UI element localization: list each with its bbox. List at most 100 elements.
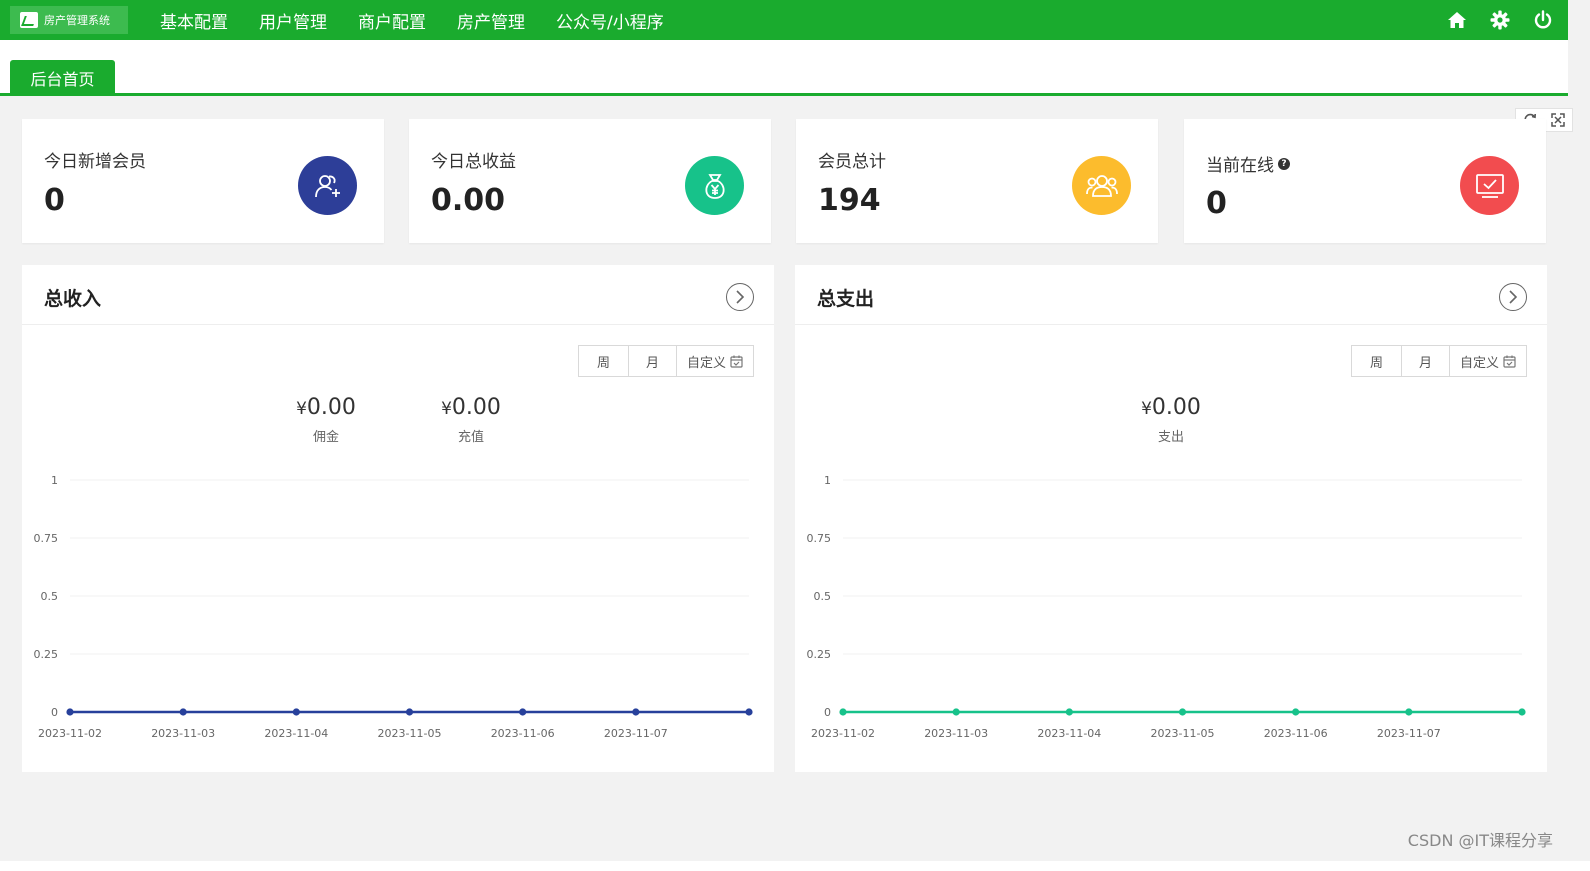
nav-item-property-management[interactable]: 房产管理 xyxy=(457,8,525,33)
nav-item-wechat-miniprogram[interactable]: 公众号/小程序 xyxy=(556,8,664,33)
x-tick-label: 2023-11-02 xyxy=(38,727,102,740)
stat-label: 今日总收益 xyxy=(431,152,516,172)
home-icon[interactable] xyxy=(1446,9,1468,31)
main-nav: 基本配置 用户管理 商户配置 房产管理 公众号/小程序 xyxy=(160,8,695,33)
data-point xyxy=(1292,708,1300,716)
data-point xyxy=(1518,708,1526,716)
stat-value: 194 xyxy=(818,183,881,218)
y-tick-label: 1 xyxy=(51,474,58,487)
expense-line-chart: 1 0.75 0.5 0.25 0 2023-11-02 2023-11-03 2023-11… xyxy=(807,474,1526,740)
range-selector: 周 月 自定义 xyxy=(578,345,754,377)
summary-value: 0.00 xyxy=(1151,395,1201,420)
x-tick-label: 2023-11-05 xyxy=(378,727,442,740)
x-tick-label: 2023-11-03 xyxy=(151,727,215,740)
summary-label: 充值 xyxy=(457,430,484,445)
range-custom-label: 自定义 xyxy=(686,355,726,371)
data-point xyxy=(292,708,300,716)
calendar-icon xyxy=(730,355,743,368)
app-logo-text: 房产管理系统 xyxy=(44,14,110,27)
data-point xyxy=(519,708,527,716)
income-line-chart: 1 0.75 0.5 0.25 0 2023-11-02 2023-11-03 2023-11… xyxy=(34,474,753,740)
data-point xyxy=(1065,708,1073,716)
nav-item-basic-config[interactable]: 基本配置 xyxy=(160,8,228,33)
currency-symbol: ¥ xyxy=(1141,399,1152,419)
panel-title: 总收入 xyxy=(44,288,102,310)
stat-card-new-members: 今日新增会员 0 xyxy=(22,119,384,243)
nav-item-user-management[interactable]: 用户管理 xyxy=(259,8,327,33)
stat-card-online-now: 当前在线 ? 0 xyxy=(1184,119,1546,243)
stat-label: 当前在线 xyxy=(1206,156,1274,176)
summary-label: 支出 xyxy=(1157,430,1184,445)
range-custom-label: 自定义 xyxy=(1459,355,1499,371)
calendar-icon xyxy=(1503,355,1516,368)
app-logo[interactable]: 房产管理系统 xyxy=(10,6,128,34)
y-tick-label: 0.75 xyxy=(807,532,832,545)
range-custom-button[interactable]: 自定义 xyxy=(1450,346,1526,376)
add-user-icon xyxy=(298,156,357,215)
x-tick-label: 2023-11-07 xyxy=(604,727,668,740)
x-tick-label: 2023-11-07 xyxy=(1377,727,1441,740)
currency-symbol: ¥ xyxy=(441,399,452,419)
stat-label: 会员总计 xyxy=(818,152,886,172)
y-tick-label: 0.25 xyxy=(807,648,832,661)
summary-recharge: ¥0.00 充值 xyxy=(438,395,504,445)
x-tick-label: 2023-11-06 xyxy=(1264,727,1328,740)
stat-card-today-revenue: 今日总收益 0.00 xyxy=(409,119,771,243)
range-week-button[interactable]: 周 xyxy=(579,346,629,376)
y-tick-label: 0 xyxy=(824,706,831,719)
range-month-button[interactable]: 月 xyxy=(629,346,677,376)
nav-item-merchant-config[interactable]: 商户配置 xyxy=(358,8,426,33)
fullscreen-icon[interactable] xyxy=(1544,109,1572,131)
x-tick-label: 2023-11-06 xyxy=(491,727,555,740)
y-tick-label: 0 xyxy=(51,706,58,719)
data-point xyxy=(745,708,753,716)
help-icon[interactable]: ? xyxy=(1278,157,1290,170)
data-point xyxy=(952,708,960,716)
range-custom-button[interactable]: 自定义 xyxy=(677,346,753,376)
watermark: CSDN @IT课程分享 xyxy=(1407,831,1553,850)
monitor-icon xyxy=(1460,156,1519,215)
bottom-strip xyxy=(0,861,1590,871)
y-tick-label: 0.5 xyxy=(814,590,832,603)
stat-card-total-members: 会员总计 194 xyxy=(796,119,1158,243)
top-navbar: 房产管理系统 基本配置 用户管理 商户配置 房产管理 公众号/小程序 xyxy=(0,0,1568,40)
summary-label: 佣金 xyxy=(312,430,339,445)
income-panel: 总收入 周 月 自定义 ¥0.00 佣金 ¥0.00 充值 1 0.75 0.5 0.… xyxy=(22,265,774,772)
stat-value: 0 xyxy=(44,183,65,218)
data-point xyxy=(839,708,847,716)
x-tick-label: 2023-11-04 xyxy=(264,727,328,740)
panel-header: 总收入 xyxy=(22,265,774,325)
tab-dashboard-home[interactable]: 后台首页 xyxy=(10,60,115,96)
x-tick-label: 2023-11-04 xyxy=(1037,727,1101,740)
data-point xyxy=(632,708,640,716)
range-month-button[interactable]: 月 xyxy=(1402,346,1450,376)
currency-symbol: ¥ xyxy=(296,399,307,419)
range-week-button[interactable]: 周 xyxy=(1352,346,1402,376)
gear-icon[interactable] xyxy=(1489,9,1511,31)
expense-panel: 总支出 周 月 自定义 ¥0.00 支出 1 0.75 0.5 0.25 0 2023-1… xyxy=(795,265,1547,772)
power-icon[interactable] xyxy=(1532,9,1554,31)
y-tick-label: 0.75 xyxy=(34,532,59,545)
chevron-right-icon[interactable] xyxy=(1499,283,1527,311)
money-bag-icon xyxy=(685,156,744,215)
stat-value: 0.00 xyxy=(431,183,506,218)
tab-bar: 后台首页 xyxy=(0,40,1568,96)
data-point xyxy=(1178,708,1187,716)
stat-value: 0 xyxy=(1206,186,1227,221)
y-tick-label: 0.25 xyxy=(34,648,59,661)
panel-header: 总支出 xyxy=(795,265,1547,325)
summary-expense: ¥0.00 支出 xyxy=(1138,395,1204,445)
summary-value: 0.00 xyxy=(451,395,501,420)
panel-title: 总支出 xyxy=(817,288,875,310)
y-tick-label: 0.5 xyxy=(41,590,59,603)
data-point xyxy=(1405,708,1413,716)
top-right-actions xyxy=(1425,0,1554,40)
group-icon xyxy=(1072,156,1131,215)
stat-label-row: 当前在线 ? xyxy=(1206,151,1290,176)
summary-value: 0.00 xyxy=(306,395,356,420)
summary-commission: ¥0.00 佣金 xyxy=(293,395,359,445)
chevron-right-icon[interactable] xyxy=(726,283,754,311)
x-tick-label: 2023-11-03 xyxy=(924,727,988,740)
x-tick-label: 2023-11-02 xyxy=(811,727,875,740)
data-point xyxy=(66,708,74,716)
